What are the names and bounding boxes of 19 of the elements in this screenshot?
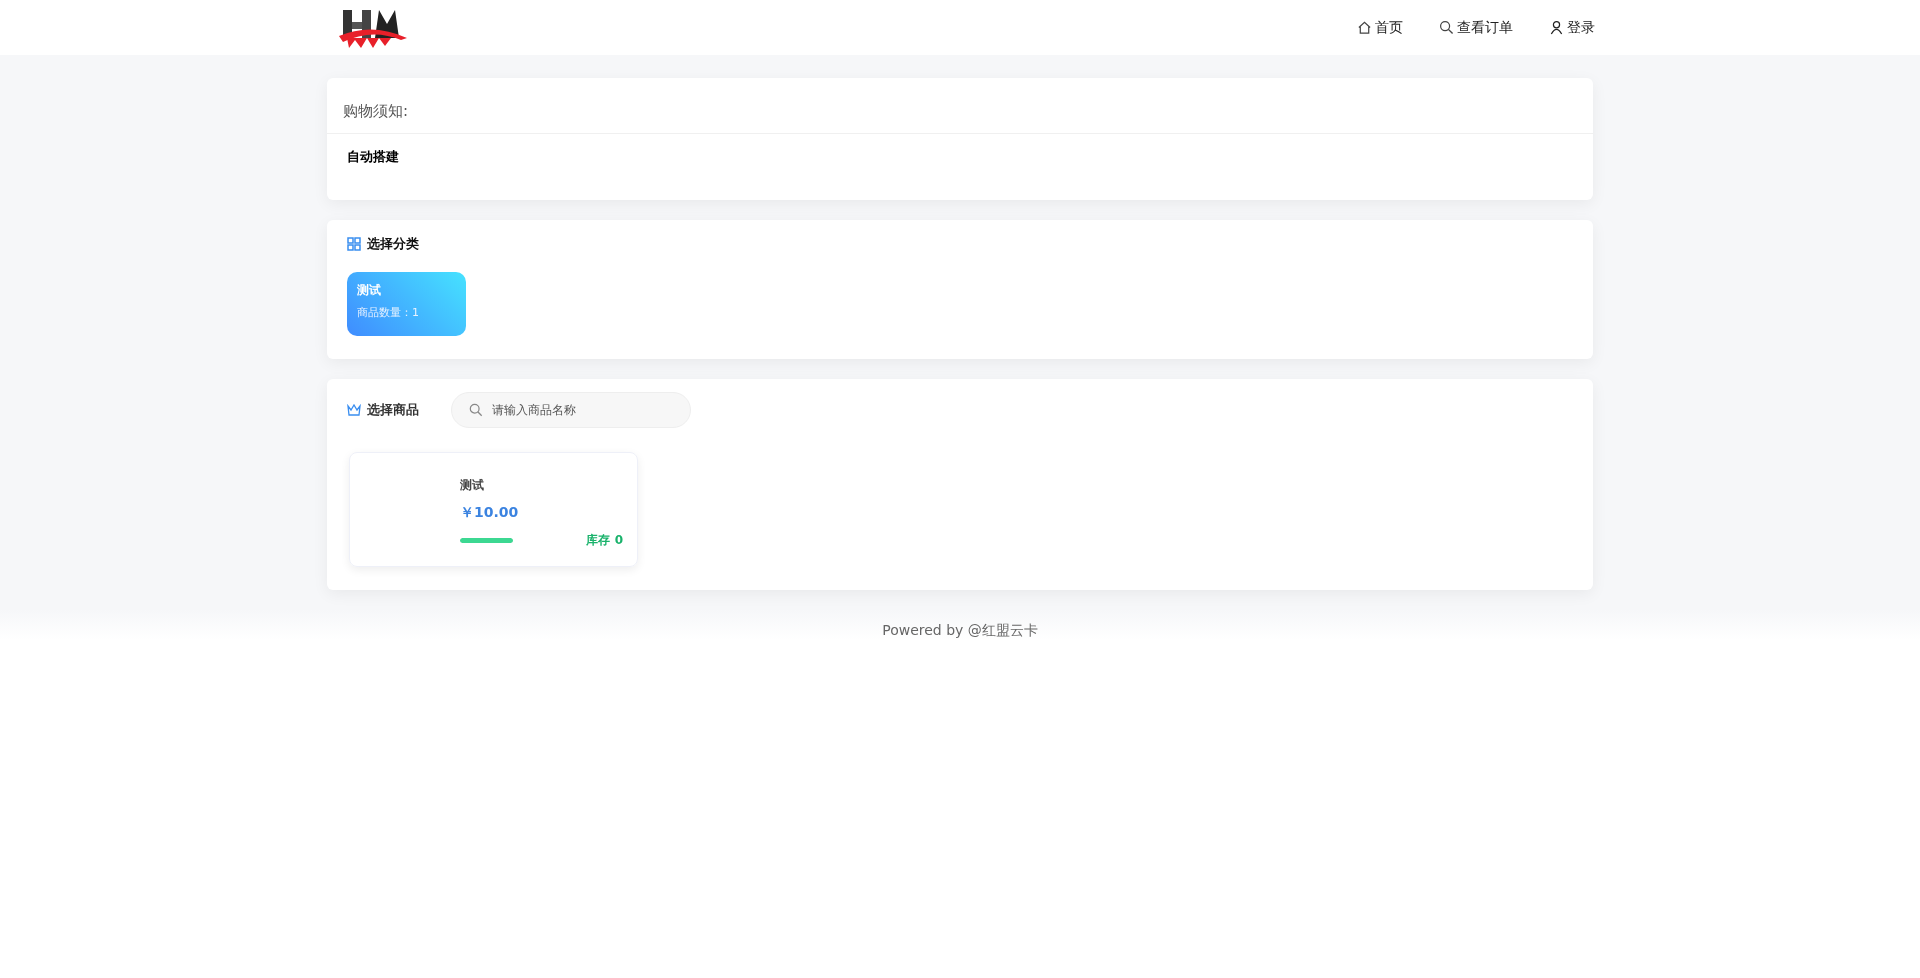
product-card[interactable]: 测试 ￥10.00 库存 0 [349,452,638,567]
notice-text: 自动搭建 [346,148,400,166]
user-icon [1549,20,1564,35]
nav-link[interactable]: 登录 [1549,18,1595,37]
search-icon [469,403,483,417]
product-price: ￥10.00 [460,504,520,522]
notice-title: 购物须知: [327,78,1593,134]
search-field[interactable]: 请输入商品名称 [451,392,691,428]
nav-link[interactable]: 查看订单 [1439,18,1513,37]
nav-link[interactable]: 首页 [1357,18,1403,37]
home-icon [1357,20,1372,35]
crown-icon [347,404,361,416]
grid-icon [347,237,361,251]
footer-text: Powered by @红盟云卡 [882,622,1038,640]
section-title: 选择商品 [367,401,419,419]
stock-count: 库存 0 [586,532,623,549]
search-icon [1439,20,1454,35]
section-title: 选择分类 [367,235,419,253]
product-name: 测试 [460,477,485,494]
